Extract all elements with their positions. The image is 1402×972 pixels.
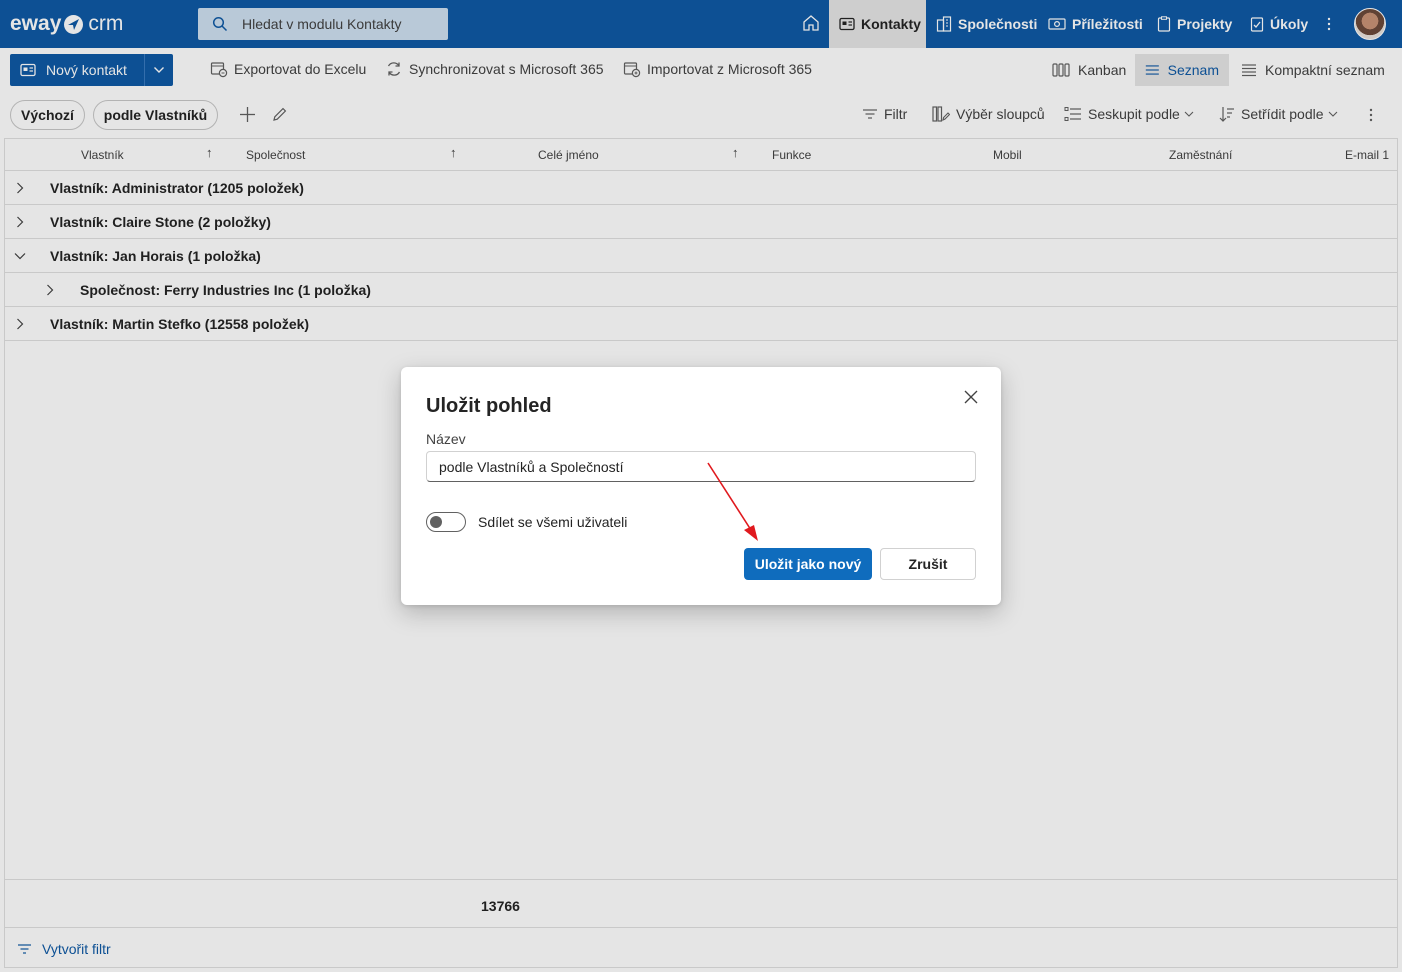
- toggle-knob: [430, 516, 442, 528]
- share-toggle[interactable]: [426, 512, 466, 532]
- save-as-new-button[interactable]: Uložit jako nový: [744, 548, 872, 580]
- share-toggle-label: Sdílet se všemi uživateli: [478, 514, 628, 530]
- name-field-label: Název: [426, 431, 466, 447]
- cancel-button[interactable]: Zrušit: [880, 548, 976, 580]
- dialog-title: Uložit pohled: [426, 395, 552, 417]
- close-icon[interactable]: [963, 389, 979, 405]
- save-view-dialog: Uložit pohled Název Sdílet se všemi uživ…: [401, 367, 1001, 605]
- view-name-input[interactable]: [426, 451, 976, 482]
